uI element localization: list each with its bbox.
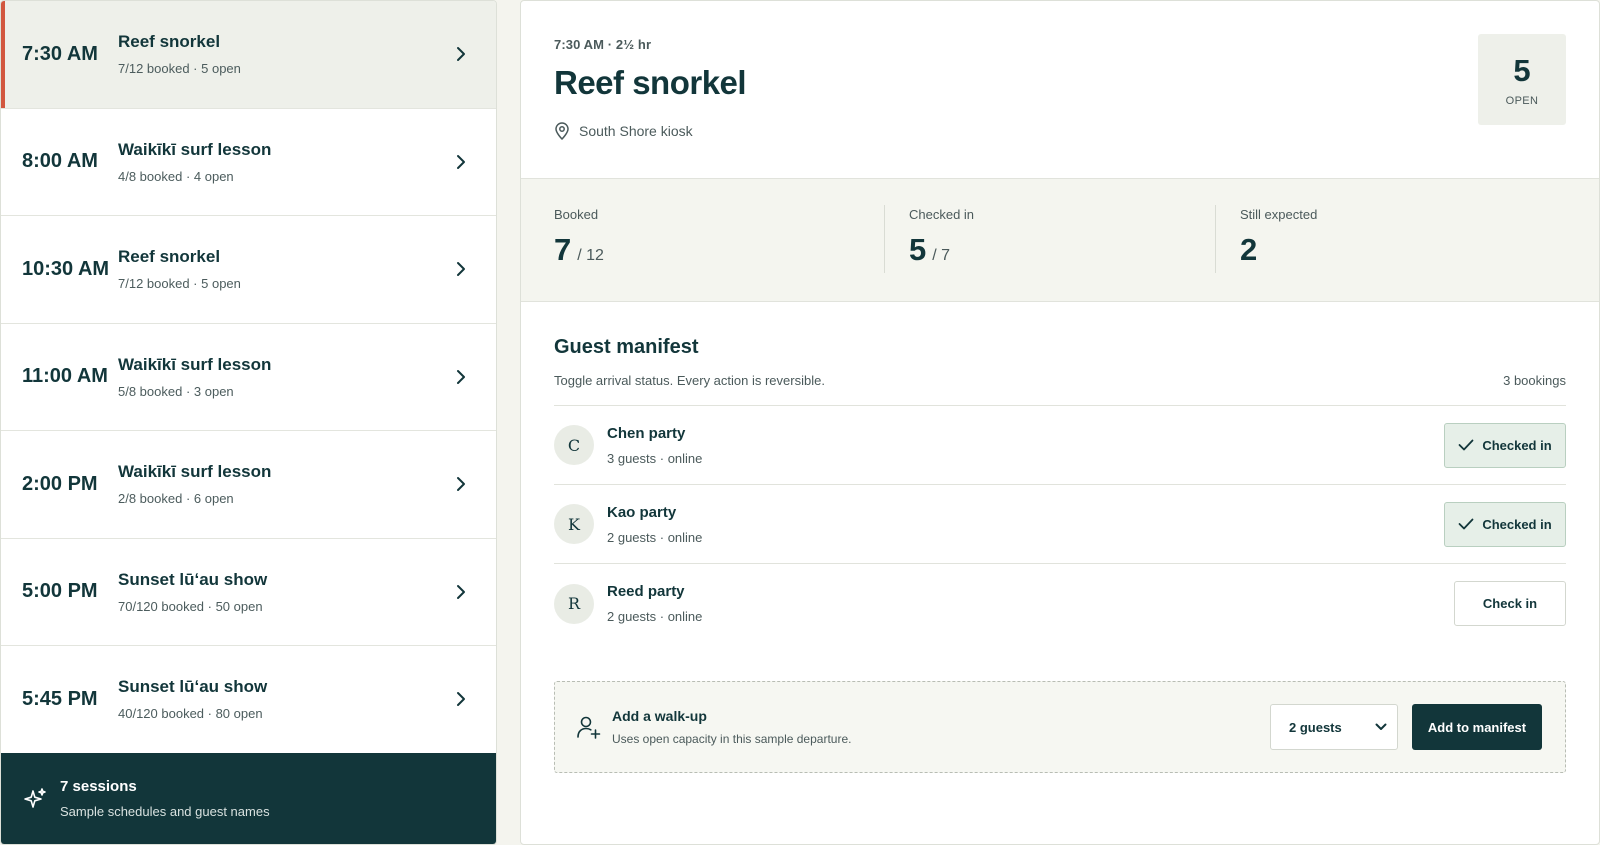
guest-row: K Kao party 2 guests · online Checked in bbox=[554, 485, 1566, 564]
page-title: Reef snorkel bbox=[554, 64, 747, 101]
stats-bar: Booked 7 / 12 Checked in 5 / 7 Still exp… bbox=[521, 178, 1599, 302]
session-time: 8:00 AM bbox=[22, 150, 98, 173]
walkup-title: Add a walk-up bbox=[612, 708, 707, 724]
session-item[interactable]: 10:30 AM Reef snorkel 7/12 booked · 5 op… bbox=[1, 216, 496, 324]
session-item[interactable]: 5:45 PM Sunset lūʻau show 40/120 booked … bbox=[1, 646, 496, 754]
manifest-subtitle: Toggle arrival status. Every action is r… bbox=[554, 373, 825, 388]
guest-row: C Chen party 3 guests · online Checked i… bbox=[554, 406, 1566, 485]
session-item[interactable]: 5:00 PM Sunset lūʻau show 70/120 booked … bbox=[1, 538, 496, 646]
walkup-subtitle: Uses open capacity in this sample depart… bbox=[612, 732, 852, 746]
open-capacity-badge: 5 OPEN bbox=[1478, 34, 1566, 125]
guest-name: Kao party bbox=[607, 503, 677, 521]
add-user-icon bbox=[576, 714, 602, 740]
session-eyebrow: 7:30 AM · 2½ hr bbox=[554, 37, 652, 52]
avatar: R bbox=[554, 583, 594, 624]
chevron-right-icon bbox=[452, 260, 470, 278]
check-icon bbox=[1458, 439, 1474, 451]
manifest-title: Guest manifest bbox=[554, 336, 699, 358]
sparkle-icon bbox=[23, 787, 47, 811]
chevron-right-icon bbox=[452, 153, 470, 171]
location: South Shore kiosk bbox=[554, 122, 1566, 140]
chevron-right-icon bbox=[452, 475, 470, 493]
map-pin-icon bbox=[555, 122, 569, 140]
session-sidebar: 7:30 AM Reef snorkel 7/12 booked · 5 ope… bbox=[0, 0, 497, 845]
session-title: Reef snorkel bbox=[118, 247, 221, 267]
chevron-right-icon bbox=[452, 583, 470, 601]
open-label: OPEN bbox=[1505, 94, 1539, 107]
session-item[interactable]: 2:00 PM Waikīkī surf lesson 2/8 booked ·… bbox=[1, 431, 496, 539]
guest-manifest: Guest manifest Toggle arrival status. Ev… bbox=[521, 302, 1599, 773]
chevron-right-icon bbox=[452, 368, 470, 386]
avatar: C bbox=[554, 425, 594, 465]
guest-meta: 2 guests · online bbox=[607, 609, 703, 624]
session-title: Waikīkī surf lesson bbox=[118, 354, 272, 374]
session-item[interactable]: 7:30 AM Reef snorkel 7/12 booked · 5 ope… bbox=[1, 1, 496, 109]
session-meta: 2/8 booked · 6 open bbox=[118, 491, 234, 507]
session-time: 5:00 PM bbox=[22, 580, 98, 603]
stat-still-expected: Still expected 2 bbox=[1240, 207, 1318, 267]
session-detail-panel: 7:30 AM · 2½ hr Reef snorkel South Shore… bbox=[520, 0, 1600, 845]
guest-name: Reed party bbox=[607, 583, 685, 600]
avatar: K bbox=[554, 504, 594, 544]
session-time: 2:00 PM bbox=[22, 472, 98, 495]
stat-checked-in: Checked in 5 / 7 bbox=[909, 207, 975, 267]
sidebar-footer: 7 sessions Sample schedules and guest na… bbox=[1, 753, 496, 844]
guest-meta: 2 guests · online bbox=[607, 529, 703, 545]
guest-meta: 3 guests · online bbox=[607, 450, 703, 466]
session-title: Reef snorkel bbox=[118, 32, 221, 52]
chevron-right-icon bbox=[452, 45, 470, 63]
guest-row: R Reed party 2 guests · online Check in bbox=[554, 564, 1566, 643]
add-to-manifest-button[interactable]: Add to manifest bbox=[1412, 704, 1542, 750]
session-item[interactable]: 8:00 AM Waikīkī surf lesson 4/8 booked ·… bbox=[1, 108, 496, 216]
session-meta: 40/120 booked · 80 open bbox=[118, 706, 263, 722]
bookings-count: 3 bookings bbox=[1503, 373, 1566, 388]
session-time: 7:30 AM bbox=[22, 42, 98, 65]
checked-in-toggle[interactable]: Checked in bbox=[1444, 422, 1566, 468]
session-item[interactable]: 11:00 AM Waikīkī surf lesson 5/8 booked … bbox=[1, 323, 496, 431]
chevron-right-icon bbox=[452, 690, 470, 708]
session-time: 10:30 AM bbox=[22, 257, 110, 280]
guest-count-select[interactable]: 2 guests bbox=[1270, 704, 1398, 750]
check-in-button[interactable]: Check in bbox=[1454, 581, 1566, 626]
session-title: Sunset lūʻau show bbox=[118, 677, 268, 697]
session-meta: 70/120 booked · 50 open bbox=[118, 598, 263, 614]
open-count: 5 bbox=[1513, 52, 1531, 88]
session-meta: 5/8 booked · 3 open bbox=[118, 383, 234, 399]
session-title: Waikīkī surf lesson bbox=[118, 139, 272, 159]
sessions-note: Sample schedules and guest names bbox=[60, 804, 270, 819]
check-icon bbox=[1458, 518, 1474, 530]
session-title: Waikīkī surf lesson bbox=[118, 462, 272, 482]
detail-header: 7:30 AM · 2½ hr Reef snorkel South Shore… bbox=[521, 1, 1599, 178]
location-label: South Shore kiosk bbox=[579, 123, 693, 139]
session-meta: 7/12 booked · 5 open bbox=[118, 61, 241, 77]
guest-name: Chen party bbox=[607, 424, 686, 442]
checked-in-toggle[interactable]: Checked in bbox=[1444, 501, 1566, 547]
session-title: Sunset lūʻau show bbox=[118, 569, 268, 589]
sessions-count: 7 sessions bbox=[60, 778, 137, 795]
session-time: 5:45 PM bbox=[22, 687, 98, 710]
session-meta: 7/12 booked · 5 open bbox=[118, 276, 241, 292]
session-time: 11:00 AM bbox=[22, 365, 108, 388]
stat-booked: Booked 7 / 12 bbox=[554, 207, 604, 267]
walkup-panel: Add a walk-up Uses open capacity in this… bbox=[554, 681, 1566, 773]
session-meta: 4/8 booked · 4 open bbox=[118, 168, 234, 184]
chevron-down-icon bbox=[1375, 723, 1387, 730]
